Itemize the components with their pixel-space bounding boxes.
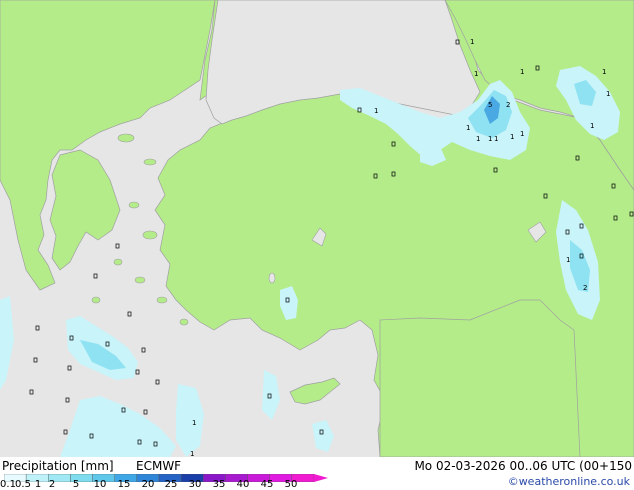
scale-ticks: 0.1 0.5 1 2 5 10 15 20 25 30 35 40 45 50 <box>0 480 340 490</box>
value-label: 1 <box>192 419 196 427</box>
value-label: 5 <box>488 101 492 109</box>
value-label: 1 <box>520 68 524 76</box>
value-label: 1 <box>488 135 492 143</box>
value-label: 1 <box>476 135 480 143</box>
scale-tick-label: 5 <box>72 479 80 490</box>
model-name: ECMWF <box>136 459 182 473</box>
value-label: 2 <box>506 101 510 109</box>
scale-tick-label: 35 <box>212 479 226 490</box>
value-label: 2 <box>583 284 587 292</box>
value-label: 1 <box>494 135 498 143</box>
scale-tick-label: 10 <box>93 479 107 490</box>
weather-map-page: 1 1 1 1 1 1 1 1 1 1 1 1 1 1 1 2 2 5 1 Pr… <box>0 0 634 490</box>
value-label: 1 <box>466 124 470 132</box>
scale-tick-label: 0.1 <box>0 479 16 490</box>
value-label: 1 <box>470 38 474 46</box>
value-label: 1 <box>606 90 610 98</box>
value-label: 1 <box>566 256 570 264</box>
scale-tick-label: 45 <box>260 479 274 490</box>
scale-tick-label: 30 <box>188 479 202 490</box>
precipitation-map: 1 1 1 1 1 1 1 1 1 1 1 1 1 1 1 2 2 5 1 <box>0 0 634 457</box>
valid-time: Mo 02-03-2026 00..06 UTC (00+150 <box>414 459 632 473</box>
land-syria <box>379 299 581 457</box>
value-label: 1 <box>474 70 478 78</box>
scale-tick-label: 0.5 <box>15 479 31 490</box>
value-label: 1 <box>510 133 514 141</box>
scale-tick-label: 2 <box>48 479 56 490</box>
credit-link[interactable]: ©weatheronline.co.uk <box>508 475 630 489</box>
scale-tick-label: 40 <box>236 479 250 490</box>
value-label: 1 <box>602 68 606 76</box>
value-label: 1 <box>374 107 378 115</box>
value-label: 1 <box>520 130 524 138</box>
value-label: 1 <box>590 122 594 130</box>
map-footer: Precipitation [mm] ECMWF Mo 02-03-2026 0… <box>0 457 634 490</box>
scale-tick-label: 20 <box>141 479 155 490</box>
scale-tick-label: 15 <box>117 479 131 490</box>
precip-title: Precipitation [mm] <box>2 459 114 473</box>
scale-tick-label: 50 <box>284 479 298 490</box>
scale-tick-label: 1 <box>34 479 42 490</box>
value-label: 1 <box>190 450 194 457</box>
scale-tick-label: 25 <box>164 479 178 490</box>
